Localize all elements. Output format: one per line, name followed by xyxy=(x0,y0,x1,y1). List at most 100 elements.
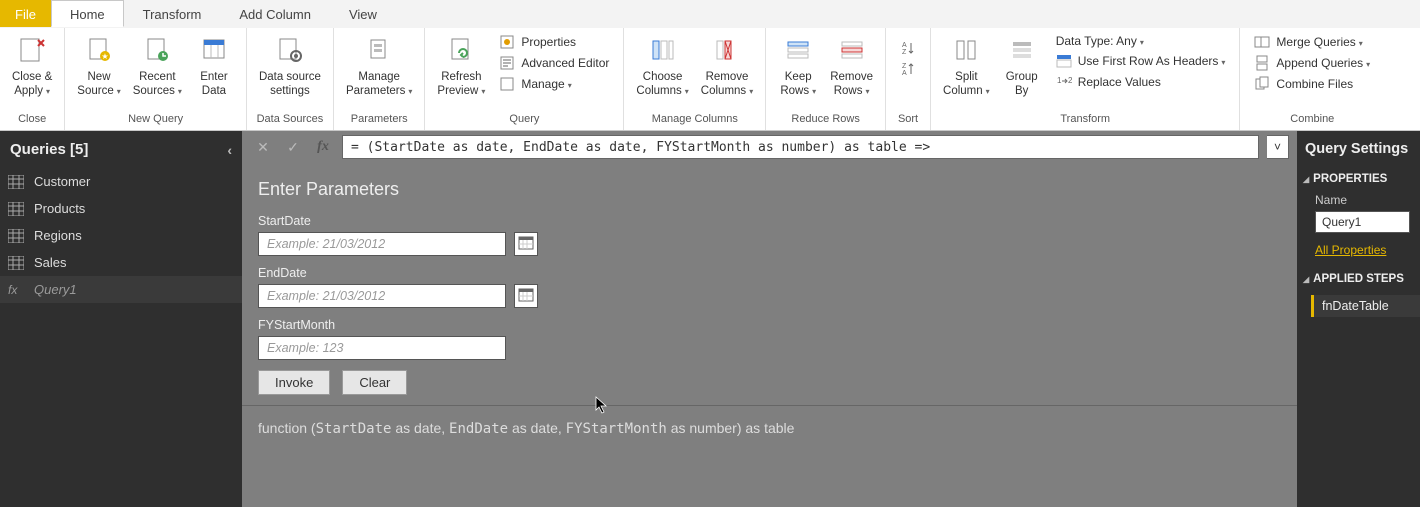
query-item-regions[interactable]: Regions xyxy=(0,222,242,249)
sort-asc-button[interactable]: AZ xyxy=(896,38,920,58)
append-queries-button[interactable]: Append Queries xyxy=(1250,53,1374,73)
cancel-formula-button[interactable]: ✕ xyxy=(252,136,274,158)
tab-add-column[interactable]: Add Column xyxy=(220,0,330,27)
advanced-editor-label: Advanced Editor xyxy=(521,56,609,70)
choose-columns-button[interactable]: Choose Columns xyxy=(630,30,694,101)
data-source-settings-button[interactable]: Data source settings xyxy=(253,30,327,101)
formula-expand-button[interactable]: ˅ xyxy=(1267,135,1289,159)
replace-values-icon: 12 xyxy=(1056,74,1072,90)
manage-parameters-label: Manage Parameters xyxy=(346,70,412,99)
svg-text:Z: Z xyxy=(902,63,907,70)
tab-file[interactable]: File xyxy=(0,0,51,27)
calendar-icon xyxy=(518,235,534,254)
combine-files-button[interactable]: Combine Files xyxy=(1250,74,1374,94)
remove-rows-label: Remove Rows xyxy=(830,70,873,99)
data-type-button[interactable]: Data Type: Any xyxy=(1052,32,1230,50)
refresh-preview-button[interactable]: Refresh Preview xyxy=(431,30,491,101)
close-apply-button[interactable]: Close & Apply xyxy=(6,30,58,101)
fystartmonth-input[interactable] xyxy=(258,336,506,360)
svg-text:2: 2 xyxy=(1068,76,1072,85)
sort-asc-icon: AZ xyxy=(900,40,916,56)
menu-tabs: File Home Transform Add Column View xyxy=(0,0,1420,28)
startdate-input[interactable] xyxy=(258,232,506,256)
replace-values-button[interactable]: 12 Replace Values xyxy=(1052,72,1230,92)
properties-button[interactable]: Properties xyxy=(495,32,613,52)
properties-section-header[interactable]: PROPERTIES xyxy=(1297,167,1420,191)
close-apply-label: Close & Apply xyxy=(12,70,52,99)
table-icon xyxy=(8,175,24,189)
group-transform-label: Transform xyxy=(931,110,1239,130)
query-item-customer[interactable]: Customer xyxy=(0,168,242,195)
table-icon xyxy=(8,202,24,216)
function-signature: function (StartDate as date, EndDate as … xyxy=(242,406,1297,451)
applied-step-fndatetable[interactable]: fnDateTable xyxy=(1311,295,1420,317)
group-data-sources: Data source settings Data Sources xyxy=(247,28,334,130)
replace-values-label: Replace Values xyxy=(1078,75,1161,89)
remove-columns-icon xyxy=(711,34,743,66)
query-item-sales[interactable]: Sales xyxy=(0,249,242,276)
first-row-headers-button[interactable]: Use First Row As Headers xyxy=(1052,51,1230,71)
svg-text:★: ★ xyxy=(101,52,108,61)
sig-tail: as number) as table xyxy=(667,420,795,436)
startdate-picker-button[interactable] xyxy=(514,232,538,256)
formula-input[interactable]: = (StartDate as date, EndDate as date, F… xyxy=(342,135,1259,159)
sig-as2: as date, xyxy=(508,420,566,436)
query-item-query1[interactable]: fx Query1 xyxy=(0,276,242,303)
advanced-editor-button[interactable]: Advanced Editor xyxy=(495,53,613,73)
group-query: Refresh Preview Properties Advanced Edit… xyxy=(425,28,624,130)
group-reduce-rows-label: Reduce Rows xyxy=(766,110,885,130)
group-transform: Split Column Group By Data Type: Any Use… xyxy=(931,28,1240,130)
combine-files-icon xyxy=(1254,76,1270,92)
enter-data-button[interactable]: Enter Data xyxy=(188,30,240,101)
data-source-settings-label: Data source settings xyxy=(259,70,321,99)
group-new-query: ★ New Source Recent Sources Enter Data N… xyxy=(65,28,247,130)
tab-transform[interactable]: Transform xyxy=(124,0,221,27)
all-properties-link[interactable]: All Properties xyxy=(1297,241,1420,267)
split-column-button[interactable]: Split Column xyxy=(937,30,996,101)
manage-button[interactable]: Manage xyxy=(495,74,613,94)
properties-icon xyxy=(499,34,515,50)
enddate-input[interactable] xyxy=(258,284,506,308)
clear-button[interactable]: Clear xyxy=(342,370,407,395)
function-icon: fx xyxy=(8,283,24,297)
manage-parameters-button[interactable]: Manage Parameters xyxy=(340,30,418,101)
collapse-queries-icon[interactable]: ‹ xyxy=(227,142,232,158)
sort-desc-button[interactable]: ZA xyxy=(896,59,920,79)
commit-formula-button[interactable]: ✓ xyxy=(282,136,304,158)
invoke-button[interactable]: Invoke xyxy=(258,370,330,395)
calendar-icon xyxy=(518,287,534,306)
remove-columns-button[interactable]: Remove Columns xyxy=(695,30,759,101)
remove-rows-icon xyxy=(836,34,868,66)
tab-home[interactable]: Home xyxy=(51,0,124,27)
new-source-button[interactable]: ★ New Source xyxy=(71,30,126,101)
enddate-picker-button[interactable] xyxy=(514,284,538,308)
query-item-products[interactable]: Products xyxy=(0,195,242,222)
merge-queries-button[interactable]: Merge Queries xyxy=(1250,32,1374,52)
group-sort-label: Sort xyxy=(886,110,930,130)
workspace: Queries [5] ‹ Customer Products Regions xyxy=(0,131,1420,507)
first-row-headers-label: Use First Row As Headers xyxy=(1078,54,1226,68)
properties-label: Properties xyxy=(521,35,576,49)
svg-text:A: A xyxy=(902,42,907,49)
query-name-input[interactable] xyxy=(1315,211,1410,233)
applied-steps-section-header[interactable]: APPLIED STEPS xyxy=(1297,267,1420,291)
append-queries-icon xyxy=(1254,55,1270,71)
group-manage-columns: Choose Columns Remove Columns Manage Col… xyxy=(624,28,766,130)
manage-icon xyxy=(499,76,515,92)
remove-rows-button[interactable]: Remove Rows xyxy=(824,30,879,101)
group-combine-label: Combine xyxy=(1240,110,1384,130)
enddate-label: EndDate xyxy=(258,266,1281,280)
query-item-label: Regions xyxy=(34,228,82,243)
recent-sources-button[interactable]: Recent Sources xyxy=(127,30,188,101)
table-icon xyxy=(8,256,24,270)
tab-view[interactable]: View xyxy=(330,0,396,27)
group-by-button[interactable]: Group By xyxy=(996,30,1048,101)
split-column-icon xyxy=(950,34,982,66)
keep-rows-label: Keep Rows xyxy=(780,70,816,99)
remove-columns-label: Remove Columns xyxy=(701,70,753,99)
enter-data-label: Enter Data xyxy=(200,70,228,99)
fystartmonth-label: FYStartMonth xyxy=(258,318,1281,332)
group-by-label: Group By xyxy=(1006,70,1038,99)
group-data-sources-label: Data Sources xyxy=(247,110,333,130)
keep-rows-button[interactable]: Keep Rows xyxy=(772,30,824,101)
